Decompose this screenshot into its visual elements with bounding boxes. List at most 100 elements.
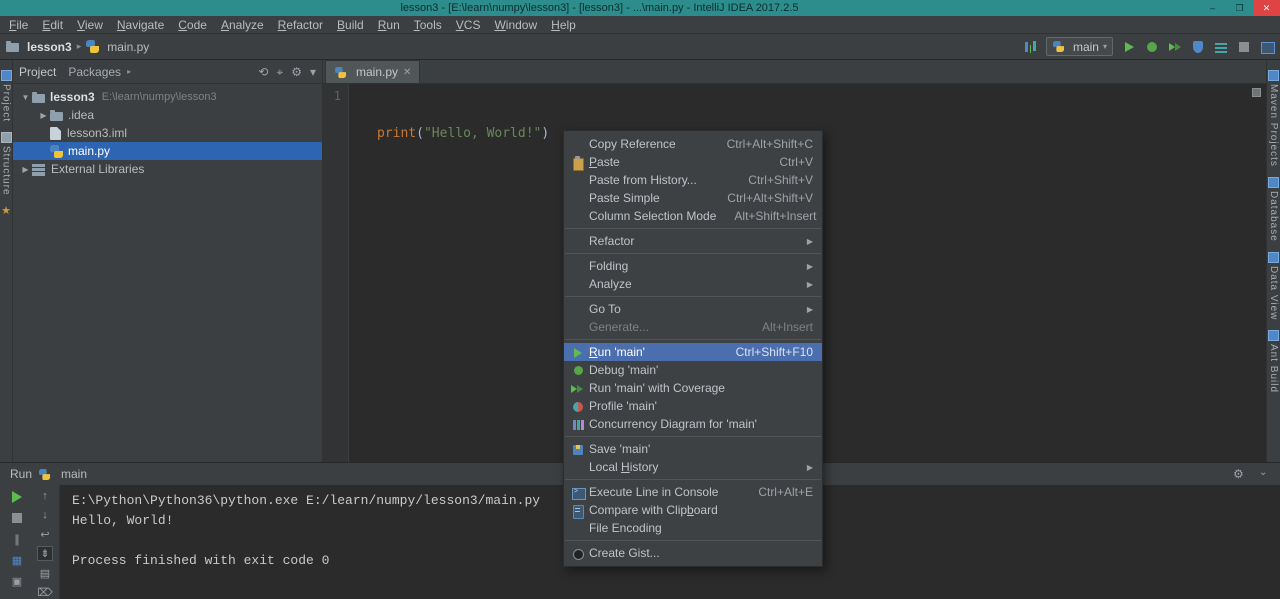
packages-view-selector[interactable]: Packages	[68, 65, 121, 79]
pause-output-button[interactable]: ∥	[9, 531, 25, 547]
stripe-item-database[interactable]: Database	[1268, 176, 1279, 242]
menubar-item-help[interactable]: Help	[544, 16, 583, 34]
menu-item-paste[interactable]: Paste Ctrl+V	[564, 153, 822, 171]
menu-item-go-to[interactable]: Go To ▶	[564, 300, 822, 318]
stop-button[interactable]	[1237, 40, 1251, 54]
editor-tab-main-py[interactable]: main.py ✕	[325, 60, 421, 83]
up-arrow-icon[interactable]: ↑	[37, 489, 53, 503]
soft-wrap-icon[interactable]: ↩	[37, 527, 53, 541]
down-arrow-icon[interactable]: ↓	[37, 508, 53, 522]
filter-icon[interactable]	[1214, 40, 1228, 54]
tree-item-lesson3-iml[interactable]: lesson3.iml	[13, 124, 322, 142]
menu-item-local-history[interactable]: Local History ▶	[564, 458, 822, 476]
menubar-item-tools[interactable]: Tools	[407, 16, 449, 34]
coverage-icon	[569, 381, 588, 396]
layout-icon[interactable]	[1260, 40, 1275, 54]
inspections-indicator[interactable]	[1252, 88, 1261, 97]
folder-icon	[6, 41, 19, 52]
scroll-to-end-icon[interactable]: ⇟	[37, 546, 53, 561]
menu-item-folding[interactable]: Folding ▶	[564, 257, 822, 275]
print-icon[interactable]: ▤	[37, 566, 53, 580]
breadcrumb-file[interactable]: main.py	[86, 40, 149, 54]
restore-layout-icon[interactable]: ▦	[9, 552, 25, 568]
settings-icon[interactable]: ⚙	[291, 65, 302, 79]
menu-item-analyze[interactable]: Analyze ▶	[564, 275, 822, 293]
menubar-item-vcs[interactable]: VCS	[449, 16, 488, 34]
menu-item-debug-main[interactable]: Debug 'main'	[564, 361, 822, 379]
minimize-button[interactable]: –	[1199, 0, 1226, 16]
menubar-item-view[interactable]: View	[70, 16, 110, 34]
menu-item-column-selection-mode[interactable]: Column Selection Mode Alt+Shift+Insert	[564, 207, 822, 225]
maximize-button[interactable]: ❐	[1226, 0, 1253, 16]
menubar-item-navigate[interactable]: Navigate	[110, 16, 171, 34]
edit-configurations-icon[interactable]	[1023, 40, 1037, 54]
menu-item-compare-with-clipboard[interactable]: Compare with Clipboard	[564, 501, 822, 519]
application-window: lesson3 - [E:\learn\numpy\lesson3] - [le…	[0, 0, 1280, 599]
run-config-combo[interactable]: main ▾	[1045, 37, 1113, 56]
stripe-item-maven-projects[interactable]: Maven Projects	[1268, 70, 1279, 167]
close-tab-icon[interactable]: ✕	[403, 67, 411, 78]
menu-item-run-main-with-coverage[interactable]: Run 'main' with Coverage	[564, 379, 822, 397]
menubar-item-window[interactable]: Window	[487, 16, 544, 34]
close-button[interactable]: ✕	[1253, 0, 1280, 16]
menu-item-file-encoding[interactable]: File Encoding	[564, 519, 822, 537]
stripe-item-data-view[interactable]: Data View	[1268, 251, 1279, 320]
hide-panel-icon[interactable]: ▾	[310, 65, 316, 79]
navigation-bar: lesson3 ▸ main.py main ▾	[0, 34, 1280, 60]
chevron-right-icon[interactable]: ▶	[37, 111, 50, 120]
stripe-item-ant-build[interactable]: Ant Build	[1268, 330, 1279, 393]
menu-item-profile-main[interactable]: Profile 'main'	[564, 397, 822, 415]
run-button[interactable]	[1122, 40, 1136, 54]
menu-item-label: Local History	[589, 460, 659, 474]
tree-item-lesson3[interactable]: ▼ lesson3 E:\learn\numpy\lesson3	[13, 88, 322, 106]
stripe-item-structure[interactable]: Structure	[0, 132, 12, 196]
chevron-down-icon[interactable]: ▼	[19, 93, 32, 102]
menu-item-concurrency-diagram-for-main[interactable]: Concurrency Diagram for 'main'	[564, 415, 822, 433]
debug-button[interactable]	[1145, 40, 1159, 54]
menu-item-label: Copy Reference	[589, 137, 676, 151]
menubar-item-refactor[interactable]: Refactor	[271, 16, 330, 34]
project-view-selector[interactable]: Project	[19, 65, 56, 79]
menu-item-generate[interactable]: Generate... Alt+Insert	[564, 318, 822, 336]
coverage-button[interactable]	[1168, 40, 1182, 54]
rerun-button[interactable]	[9, 489, 25, 505]
menu-item-paste-simple[interactable]: Paste Simple Ctrl+Alt+Shift+V	[564, 189, 822, 207]
menu-item-label: Save 'main'	[589, 442, 651, 456]
menubar-item-build[interactable]: Build	[330, 16, 371, 34]
menu-item-shortcut: Alt+Shift+Insert	[734, 209, 817, 223]
tree-item-external-libraries[interactable]: ▶ External Libraries	[13, 160, 322, 178]
menu-item-paste-from-history[interactable]: Paste from History... Ctrl+Shift+V	[564, 171, 822, 189]
clear-console-icon[interactable]: ⌦	[37, 585, 53, 599]
breadcrumb-label: lesson3	[27, 39, 72, 54]
settings-icon[interactable]	[1232, 467, 1246, 481]
menubar-item-run[interactable]: Run	[371, 16, 407, 34]
menu-item-execute-line-in-console[interactable]: Execute Line in Console Ctrl+Alt+E	[564, 483, 822, 501]
menu-icon-placeholder	[569, 259, 588, 274]
tree-item-idea[interactable]: ▶ .idea	[13, 106, 322, 124]
hide-panel-icon[interactable]	[1256, 467, 1270, 481]
stripe-item-label: Project	[0, 84, 12, 123]
menubar-item-code[interactable]: Code	[171, 16, 214, 34]
profile-button[interactable]	[1191, 40, 1205, 54]
submenu-arrow-icon: ▶	[806, 304, 813, 314]
breadcrumb-project[interactable]: lesson3	[6, 40, 72, 54]
menu-item-label: Debug 'main'	[589, 363, 659, 377]
menu-item-create-gist[interactable]: Create Gist...	[564, 544, 822, 562]
menu-item-refactor[interactable]: Refactor ▶	[564, 232, 822, 250]
menu-item-copy-reference[interactable]: Copy Reference Ctrl+Alt+Shift+C	[564, 135, 822, 153]
run-panel-title: Run	[10, 467, 33, 481]
stop-button[interactable]	[9, 510, 25, 526]
locate-icon[interactable]: ⌖	[276, 65, 283, 79]
stripe-item-project[interactable]: Project	[0, 70, 12, 123]
maven-icon	[1268, 70, 1279, 81]
stripe-item-favorites[interactable]: ★	[1, 205, 11, 216]
tree-item-main-py[interactable]: main.py	[13, 142, 322, 160]
sync-icon[interactable]: ⟲	[258, 65, 268, 79]
menu-item-run-main[interactable]: Run 'main' Ctrl+Shift+F10	[564, 343, 822, 361]
show-console-icon[interactable]: ▣	[9, 573, 25, 589]
menubar-item-file[interactable]: File	[2, 16, 35, 34]
menubar-item-edit[interactable]: Edit	[35, 16, 70, 34]
menu-item-save-main[interactable]: Save 'main'	[564, 440, 822, 458]
menubar-item-analyze[interactable]: Analyze	[214, 16, 271, 34]
chevron-right-icon[interactable]: ▶	[19, 165, 32, 174]
